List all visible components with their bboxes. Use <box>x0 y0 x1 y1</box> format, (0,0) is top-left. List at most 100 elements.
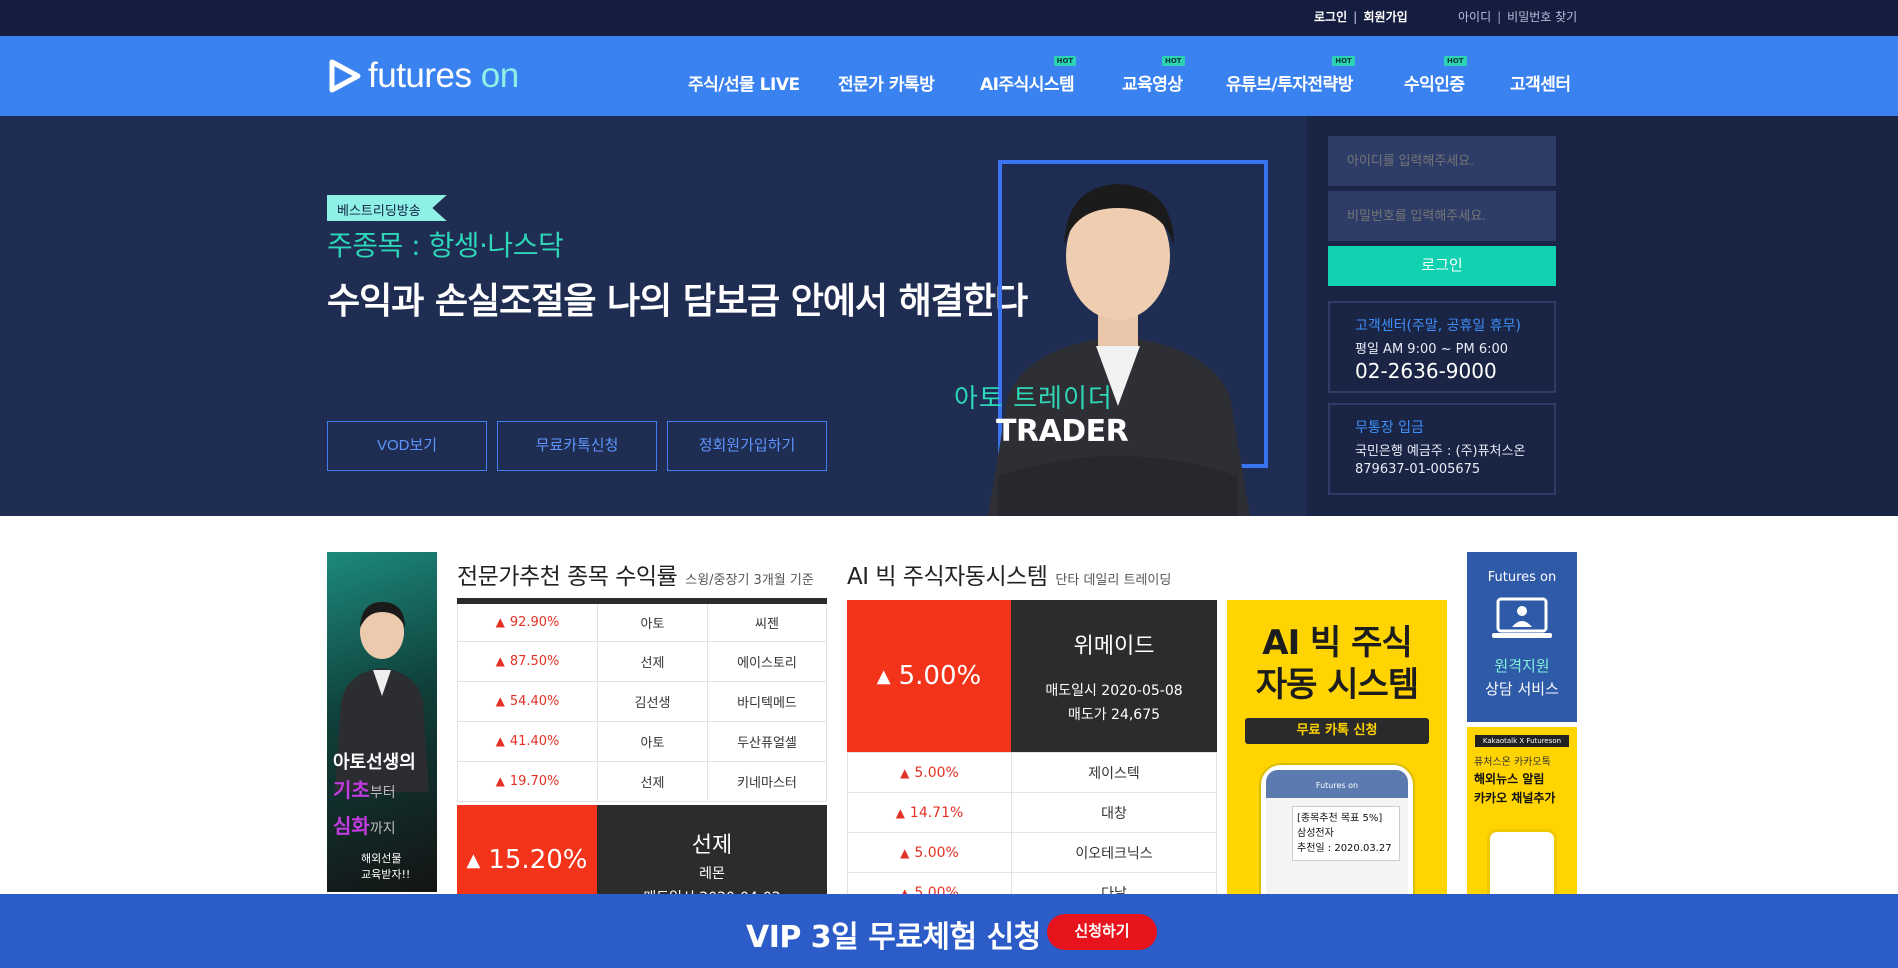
ai-banner-line1: AI 빅 주식 <box>1262 623 1412 663</box>
top-signup-link[interactable]: 회원가입 <box>1364 8 1408 25</box>
hot-badge: HOT <box>1332 56 1355 66</box>
free-kakao-button[interactable]: 무료카톡신청 <box>497 421 657 471</box>
nav-customer-center[interactable]: 고객센터 <box>1510 70 1571 95</box>
profit-cell: ▲ 5.00% <box>847 752 1012 793</box>
up-arrow-icon: ▲ <box>466 849 481 871</box>
id-input[interactable] <box>1328 136 1556 186</box>
table-row[interactable]: ▲ 41.40% 아토 두산퓨얼셀 <box>457 720 827 762</box>
login-button[interactable]: 로그인 <box>1328 246 1556 286</box>
remote-line1: 원격지원 <box>1494 657 1550 675</box>
profit-cell: ▲ 5.00% <box>847 832 1012 873</box>
stock-cell: 이오테크닉스 <box>1011 832 1217 873</box>
ai-title-text: AI 빅 주식자동시스템 <box>847 564 1048 590</box>
profit-cell: ▲ 87.50% <box>457 640 598 682</box>
bank-info-box: 무통장 입금 국민은행 예금주 : (주)퓨처스온 879637-01-0056… <box>1328 403 1556 495</box>
top-find-links: 아이디 | 비밀번호 찾기 <box>1458 8 1577 25</box>
stock-cell: 대창 <box>1011 792 1217 833</box>
table-row[interactable]: ▲ 5.00% 이오테크닉스 <box>847 832 1217 873</box>
find-id-link[interactable]: 아이디 <box>1458 8 1491 25</box>
nav-label: 교육영상 <box>1122 75 1183 95</box>
ai-system-banner[interactable]: AI 빅 주식 자동 시스템 무료 카톡 신청 Futures on [종목추천… <box>1227 600 1447 900</box>
up-arrow-icon: ▲ <box>900 765 910 780</box>
table-row[interactable]: ▲ 14.71% 대창 <box>847 792 1217 833</box>
remote-support-banner[interactable]: Futures on 원격지원 상담 서비스 <box>1467 552 1577 722</box>
highlight-stock: 레몬 <box>699 866 725 882</box>
vod-button[interactable]: VOD보기 <box>327 421 487 471</box>
up-arrow-icon: ▲ <box>495 693 505 708</box>
nav-ai-stock-system[interactable]: AI주식시스템 HOT <box>980 56 1077 95</box>
phone-mockup: Futures on [종목추천 목표 5%] 삼성전자 추천일 : 2020.… <box>1261 765 1413 900</box>
vip-trial-bar: VIP 3일 무료체험 신청 신청하기 <box>0 894 1898 968</box>
nav-expert-kakao[interactable]: 전문가 카톡방 <box>838 70 935 95</box>
profit-cell: ▲ 92.90% <box>457 600 598 642</box>
ai-highlight-price: 매도가 24,675 <box>1067 707 1161 723</box>
table-row[interactable]: ▲ 92.90% 아토 씨젠 <box>457 600 827 642</box>
kakao-news-banner[interactable]: Kakaotalk X Futureson 퓨처스온 카카오톡 해외뉴스 알림 … <box>1467 727 1577 907</box>
stock-cell: 에이스토리 <box>707 640 827 682</box>
profit-cell: ▲ 14.71% <box>847 792 1012 833</box>
up-arrow-icon: ▲ <box>495 733 505 748</box>
profit-cell: ▲ 54.40% <box>457 680 598 722</box>
vip-apply-button[interactable]: 신청하기 <box>1047 914 1157 950</box>
highlight-pct: 15.20% <box>488 845 588 875</box>
bank-title: 무통장 입금 <box>1355 420 1424 436</box>
hero-subtitle: 주종목 : 항셍·나스닥 <box>327 229 564 262</box>
nav-profit-proof[interactable]: 수익인증 HOT <box>1404 56 1467 95</box>
profit-cell: ▲ 19.70% <box>457 760 598 802</box>
phone-header: Futures on <box>1266 770 1408 798</box>
trader-name: 아토 트레이더 <box>954 384 1113 414</box>
left-education-banner[interactable]: 아토선생의 기초부터 심화까지 해외선물 교육받자!! <box>327 552 437 892</box>
bank-line1: 국민은행 예금주 : (주)퓨처스온 <box>1355 444 1526 459</box>
stock-cell: 제이스텍 <box>1011 752 1217 793</box>
nav-label: 수익인증 <box>1404 75 1465 95</box>
ai-highlight-detail: 위메이드 매도일시 2020-05-08 매도가 24,675 <box>1011 600 1217 752</box>
phone-message: [종목추천 목표 5%] 삼성전자 추천일 : 2020.03.27 <box>1292 806 1400 861</box>
phone-msg1: [종목추천 목표 5%] <box>1297 813 1383 824</box>
free-kakao-apply-button[interactable]: 무료 카톡 신청 <box>1245 718 1429 744</box>
banner-line3b: 까지 <box>369 821 396 837</box>
nav-education-video[interactable]: 교육영상 HOT <box>1122 56 1185 95</box>
table-row[interactable]: ▲ 54.40% 김선생 바디텍메드 <box>457 680 827 722</box>
kakao-line3: 카카오 채널추가 <box>1474 791 1556 805</box>
banner-line2b: 부터 <box>369 785 396 801</box>
expert-rank-table: ▲ 92.90% 아토 씨젠 ▲ 87.50% 선제 에이스토리 ▲ 54.40% 김선생 바디텍… <box>457 598 827 802</box>
kakao-line1: 퓨처스온 카카오톡 <box>1474 757 1551 768</box>
top-login-link[interactable]: 로그인 <box>1314 8 1347 25</box>
member-join-button[interactable]: 정회원가입하기 <box>667 421 827 471</box>
table-row[interactable]: ▲ 5.00% 제이스텍 <box>847 752 1217 793</box>
banner-line3a: 심화 <box>333 814 370 838</box>
stock-cell: 씨젠 <box>707 600 827 642</box>
phone-msg3: 추천일 : 2020.03.27 <box>1297 843 1392 854</box>
table-row[interactable]: ▲ 19.70% 선제 키네마스터 <box>457 760 827 802</box>
ai-subtitle: 단타 데일리 트레이딩 <box>1055 573 1172 588</box>
monitor-user-icon <box>1492 597 1552 638</box>
ai-highlight-card[interactable]: ▲ 5.00% 위메이드 매도일시 2020-05-08 매도가 24,675 <box>847 600 1217 752</box>
hot-badge: HOT <box>1053 56 1077 66</box>
nav-label: 고객센터 <box>1510 75 1571 95</box>
ai-section-title: AI 빅 주식자동시스템 단타 데일리 트레이딩 <box>847 557 1171 591</box>
highlight-expert: 선제 <box>691 833 733 858</box>
table-row[interactable]: ▲ 87.50% 선제 에이스토리 <box>457 640 827 682</box>
up-arrow-icon: ▲ <box>895 805 905 820</box>
nav-stock-futures-live[interactable]: 주식/선물 LIVE <box>688 70 800 95</box>
service-phone: 02-2636-9000 <box>1355 359 1497 383</box>
banner-line5: 교육받자!! <box>361 868 411 881</box>
find-password-link[interactable]: 비밀번호 찾기 <box>1507 8 1577 25</box>
nav-youtube-strategy[interactable]: 유튜브/투자전략방 HOT <box>1226 56 1355 95</box>
nav-label: AI주식시스템 <box>980 75 1075 95</box>
expert-title-text: 전문가추천 종목 수익률 <box>457 564 678 590</box>
ai-highlight-stock: 위메이드 <box>1073 634 1155 659</box>
trader-role: TRADER <box>996 414 1129 449</box>
main-header: futures on 주식/선물 LIVE 전문가 카톡방 AI주식시스템 HOT… <box>0 36 1898 116</box>
up-arrow-icon: ▲ <box>495 653 505 668</box>
nav-label: 유튜브/투자전략방 <box>1226 75 1353 95</box>
password-input[interactable] <box>1328 191 1556 241</box>
expert-cell: 선제 <box>597 760 708 802</box>
up-arrow-icon: ▲ <box>495 773 505 788</box>
up-arrow-icon: ▲ <box>876 665 891 687</box>
up-arrow-icon: ▲ <box>495 614 505 629</box>
remote-line2: 상담 서비스 <box>1485 680 1559 698</box>
banner-line2a: 기초 <box>333 778 370 802</box>
main-nav: 주식/선물 LIVE 전문가 카톡방 AI주식시스템 HOT 교육영상 HOT 유튜… <box>0 36 1898 116</box>
stock-cell: 바디텍메드 <box>707 680 827 722</box>
